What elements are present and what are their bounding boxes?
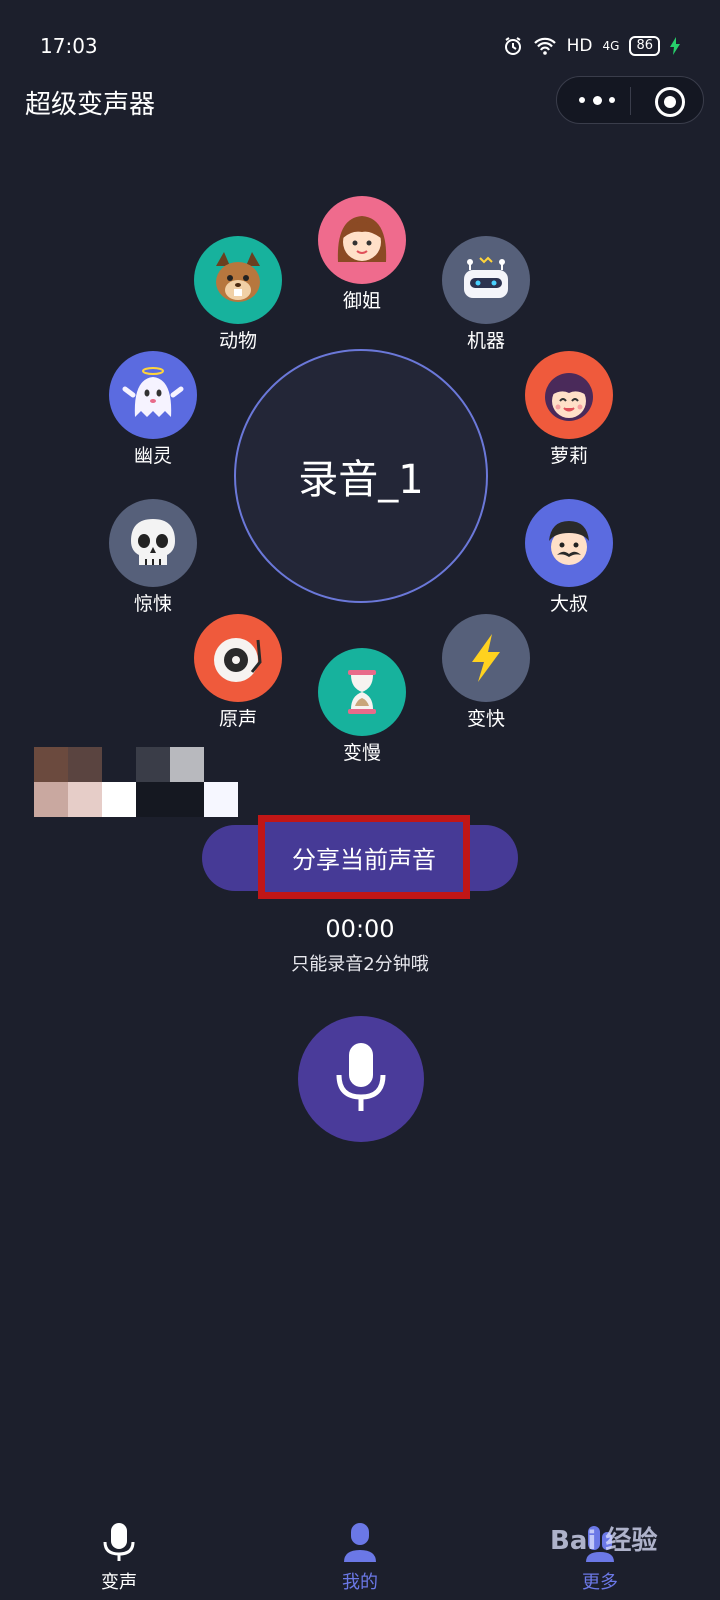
squirrel-icon: [194, 236, 282, 324]
vinyl-icon: [194, 614, 282, 702]
capsule-divider: [630, 87, 631, 115]
voice-faster[interactable]: 变快: [438, 614, 534, 732]
voice-horror[interactable]: 惊悚: [105, 499, 201, 617]
recording-timer: 00:00: [325, 915, 395, 943]
lady-avatar-icon: [318, 196, 406, 284]
alarm-icon: [504, 37, 521, 55]
uncle-avatar-icon: [525, 499, 613, 587]
charging-icon: [670, 37, 680, 55]
share-current-voice-button[interactable]: 分享当前声音: [258, 815, 470, 899]
status-time: 17:03: [40, 34, 98, 58]
page-title: 超级变声器: [25, 90, 156, 120]
current-recording[interactable]: 录音_1: [234, 349, 488, 603]
lightning-icon: [442, 614, 530, 702]
voice-slower[interactable]: 变慢: [314, 648, 410, 766]
voice-label: 原声: [218, 708, 257, 730]
tab-label: 更多: [582, 1572, 618, 1593]
voice-loli[interactable]: 萝莉: [521, 351, 617, 469]
voice-label: 变慢: [342, 742, 381, 764]
mic-icon: [103, 1523, 135, 1561]
status-icons: HD 4G 86: [503, 34, 680, 58]
record-button[interactable]: [298, 1016, 424, 1142]
voice-robot[interactable]: 机器: [438, 236, 534, 354]
skull-icon: [109, 499, 197, 587]
close-miniprogram-icon[interactable]: [655, 87, 685, 117]
voice-ghost[interactable]: 幽灵: [105, 351, 201, 469]
voice-label: 幽灵: [133, 445, 172, 467]
voice-label: 变快: [466, 708, 505, 730]
voice-label: 动物: [218, 330, 257, 352]
watermark: Bai 经验: [550, 1526, 658, 1556]
voice-label: 惊悚: [133, 593, 172, 615]
mic-icon: [336, 1043, 386, 1111]
network-type: HD: [566, 36, 593, 56]
voice-label: 御姐: [342, 290, 381, 312]
signal-label: 4G: [602, 39, 620, 53]
wifi-icon: [533, 37, 556, 55]
robot-icon: [442, 236, 530, 324]
recording-hint: 只能录音2分钟哦: [291, 954, 429, 975]
voice-uncle[interactable]: 大叔: [521, 499, 617, 617]
voice-label: 机器: [466, 330, 505, 352]
user-icon: [344, 1523, 376, 1562]
more-menu-icon[interactable]: [579, 88, 615, 112]
blurred-image: [34, 747, 238, 817]
tab-voice-change[interactable]: 变声: [59, 1522, 179, 1594]
miniprogram-capsule: [556, 76, 704, 124]
ghost-icon: [109, 351, 197, 439]
hourglass-icon: [318, 648, 406, 736]
tab-label: 变声: [101, 1572, 137, 1593]
voice-label: 萝莉: [549, 445, 588, 467]
tab-mine[interactable]: 我的: [300, 1522, 420, 1594]
girl-avatar-icon: [525, 351, 613, 439]
voice-yujie[interactable]: 御姐: [314, 196, 410, 314]
voice-label: 大叔: [549, 593, 588, 615]
battery-indicator: 86: [629, 36, 660, 56]
tab-label: 我的: [342, 1572, 378, 1593]
voice-animal[interactable]: 动物: [190, 236, 286, 354]
voice-original[interactable]: 原声: [190, 614, 286, 732]
